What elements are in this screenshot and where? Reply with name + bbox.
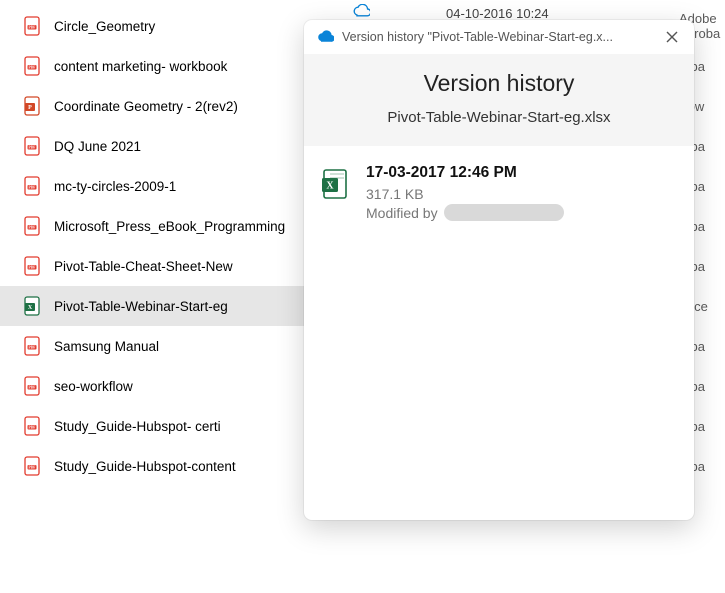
file-name: DQ June 2021: [54, 139, 141, 154]
file-name: Pivot-Table-Cheat-Sheet-New: [54, 259, 233, 274]
pptx-file-icon: [24, 96, 42, 116]
pdf-file-icon: [24, 256, 42, 276]
pdf-file-icon: [24, 136, 42, 156]
panel-header: Version history Pivot-Table-Webinar-Star…: [304, 54, 694, 146]
file-name: mc-ty-circles-2009-1: [54, 179, 176, 194]
close-button[interactable]: [658, 23, 686, 51]
onedrive-icon: [316, 30, 334, 44]
modified-by-label: Modified by: [366, 205, 438, 221]
pdf-file-icon: [24, 416, 42, 436]
panel-titlebar-text: Version history "Pivot-Table-Webinar-Sta…: [342, 30, 650, 44]
file-name: Samsung Manual: [54, 339, 159, 354]
version-size: 317.1 KB: [366, 186, 564, 202]
version-modified-by: Modified by: [366, 204, 564, 221]
version-history-panel: Version history "Pivot-Table-Webinar-Sta…: [304, 20, 694, 520]
version-timestamp: 17-03-2017 12:46 PM: [366, 164, 564, 182]
file-name: Circle_Geometry: [54, 19, 155, 34]
file-name: Coordinate Geometry - 2(rev2): [54, 99, 238, 114]
pdf-file-icon: [24, 16, 42, 36]
file-name: Pivot-Table-Webinar-Start-eg: [54, 299, 228, 314]
file-date-cell: 04-10-2016 10:24: [446, 6, 549, 21]
excel-file-icon: [322, 164, 350, 221]
version-entry[interactable]: 17-03-2017 12:46 PM 317.1 KB Modified by: [322, 164, 676, 221]
panel-titlebar: Version history "Pivot-Table-Webinar-Sta…: [304, 20, 694, 54]
xlsx-file-icon: [24, 296, 42, 316]
file-name: seo-workflow: [54, 379, 133, 394]
file-name: content marketing- workbook: [54, 59, 227, 74]
pdf-file-icon: [24, 456, 42, 476]
pdf-file-icon: [24, 376, 42, 396]
file-name: Study_Guide-Hubspot- certi: [54, 419, 221, 434]
file-name: Study_Guide-Hubspot-content: [54, 459, 236, 474]
file-name: Microsoft_Press_eBook_Programming: [54, 219, 285, 234]
pdf-file-icon: [24, 336, 42, 356]
panel-heading: Version history: [320, 70, 678, 97]
panel-filename: Pivot-Table-Webinar-Start-eg.xlsx: [320, 109, 678, 126]
pdf-file-icon: [24, 56, 42, 76]
pdf-file-icon: [24, 176, 42, 196]
modified-by-value: [444, 204, 564, 221]
close-icon: [664, 29, 680, 45]
pdf-file-icon: [24, 216, 42, 236]
panel-body: 17-03-2017 12:46 PM 317.1 KB Modified by: [304, 146, 694, 239]
